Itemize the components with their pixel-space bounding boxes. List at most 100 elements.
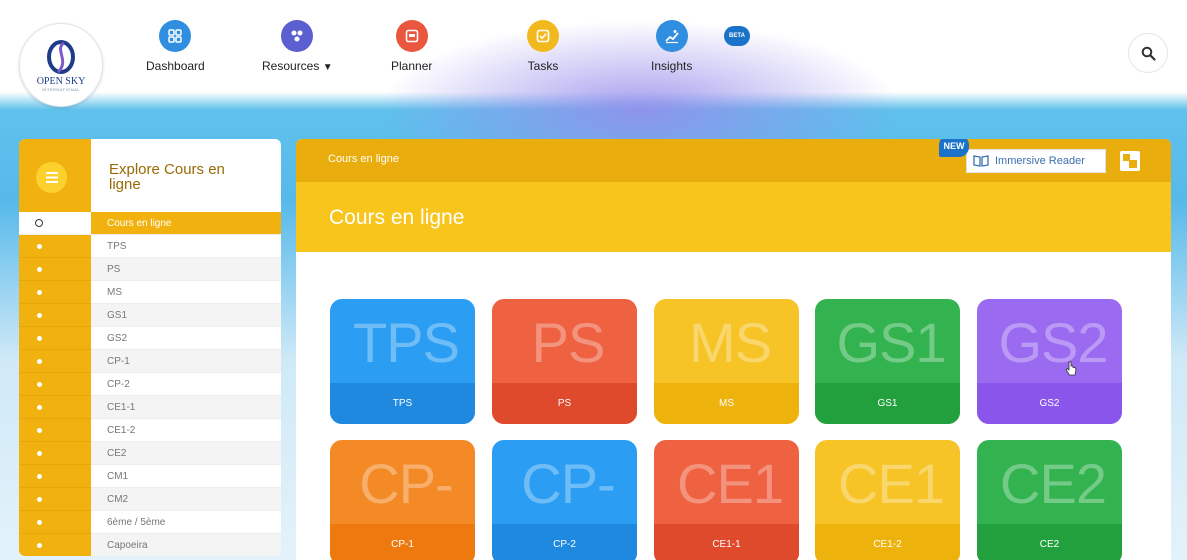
nav-dashboard[interactable]: Dashboard	[146, 20, 205, 73]
top-navigation: OPEN SKY INTERNATIONAL Dashboard Resourc…	[0, 0, 1187, 107]
sidebar-item-gs1[interactable]: GS1	[19, 304, 281, 327]
sidebar-item-label: Cours en ligne	[91, 212, 281, 235]
page-title-bar: Cours en ligne	[296, 182, 1171, 252]
explore-sidebar: Explore Cours en ligne Cours en ligne TP…	[19, 139, 281, 556]
sidebar-item-label: GS1	[91, 304, 281, 327]
course-tile-label: CP-1	[330, 524, 475, 560]
course-tile-label: GS1	[815, 383, 960, 424]
sidebar-item-cp-2[interactable]: CP-2	[19, 373, 281, 396]
bullet-dot-icon	[37, 313, 42, 318]
sidebar-item-ce1-1[interactable]: CE1-1	[19, 396, 281, 419]
sidebar-bullet	[19, 281, 91, 304]
tasks-check-icon	[527, 20, 559, 52]
sidebar-bullet	[19, 442, 91, 465]
sidebar-item-label: CM1	[91, 465, 281, 488]
sidebar-bullet	[19, 327, 91, 350]
expand-icon[interactable]	[1120, 151, 1140, 171]
course-tile-cp-1[interactable]: CP- CP-1	[330, 440, 475, 560]
sidebar-item-label: CE2	[91, 442, 281, 465]
nav-resources-label-row: Resources ▼	[262, 59, 333, 73]
sidebar-item-label: TPS	[91, 235, 281, 258]
course-tile-label: TPS	[330, 383, 475, 424]
sidebar-item-cours-en-ligne[interactable]: Cours en ligne	[19, 212, 281, 235]
course-tile-watermark: PS	[531, 311, 606, 374]
course-tile-ce2[interactable]: CE2 CE2	[977, 440, 1122, 560]
sidebar-item-label: PS	[91, 258, 281, 281]
sidebar-item-6eme-5eme[interactable]: 6ème / 5ème	[19, 511, 281, 534]
course-tile-watermark: CE2	[1000, 452, 1107, 515]
bullet-dot-icon	[37, 382, 42, 387]
bullet-dot-icon	[37, 336, 42, 341]
bullet-dot-icon	[37, 520, 42, 525]
course-tile-watermark: CE1	[838, 452, 945, 515]
sidebar-bullet	[19, 304, 91, 327]
menu-toggle-button[interactable]	[36, 162, 67, 193]
course-tile-ms[interactable]: MS MS	[654, 299, 799, 424]
sidebar-item-cm1[interactable]: CM1	[19, 465, 281, 488]
course-tile-cp-2[interactable]: CP- CP-2	[492, 440, 637, 560]
sidebar-item-gs2[interactable]: GS2	[19, 327, 281, 350]
open-sky-logo-mark	[47, 39, 75, 74]
immersive-reader-button[interactable]: Immersive Reader	[966, 149, 1106, 173]
sidebar-item-cm2[interactable]: CM2	[19, 488, 281, 511]
hand-cursor-icon	[1065, 361, 1077, 376]
bullet-dot-icon	[37, 543, 42, 548]
sidebar-bullet	[19, 534, 91, 556]
nav-insights[interactable]: Insights	[651, 20, 692, 73]
bullet-dot-icon	[37, 497, 42, 502]
sidebar-item-ps[interactable]: PS	[19, 258, 281, 281]
course-tile-label: GS2	[977, 383, 1122, 424]
breadcrumb[interactable]: Cours en ligne	[328, 153, 399, 165]
sidebar-item-label: CE1-2	[91, 419, 281, 442]
course-tile-watermark: TPS	[353, 311, 460, 374]
sidebar-item-label: 6ème / 5ème	[91, 511, 281, 534]
radio-dot-icon	[35, 219, 43, 227]
beta-badge[interactable]: BETA	[724, 26, 750, 46]
sidebar-item-cp-1[interactable]: CP-1	[19, 350, 281, 373]
nav-planner-label: Planner	[391, 59, 433, 73]
sidebar-title: Explore Cours en ligne	[109, 161, 225, 193]
sidebar-bullet	[19, 465, 91, 488]
nav-resources[interactable]: Resources ▼	[262, 20, 333, 73]
sidebar-bullet	[19, 258, 91, 281]
course-tile-ce1-1[interactable]: CE1 CE1-1	[654, 440, 799, 560]
nav-planner[interactable]: Planner	[391, 20, 432, 73]
resources-cluster-icon	[281, 20, 314, 52]
course-tile-watermark: CP-	[521, 452, 615, 515]
course-tile-label: CP-2	[492, 524, 637, 560]
insights-chart-icon	[655, 20, 688, 52]
sidebar-item-label: CP-1	[91, 350, 281, 373]
course-tile-label: CE1-1	[654, 524, 799, 560]
page-title: Cours en ligne	[329, 206, 465, 229]
sidebar-bullet	[19, 212, 91, 235]
course-tile-gs1[interactable]: GS1 GS1	[815, 299, 960, 424]
immersive-reader-label: Immersive Reader	[995, 155, 1085, 167]
nav-tasks[interactable]: Tasks	[527, 20, 559, 73]
main-content-panel: Cours en ligne Immersive Reader NEW Cour…	[296, 139, 1171, 560]
search-button[interactable]	[1128, 33, 1168, 73]
breadcrumb-bar: Cours en ligne Immersive Reader NEW	[296, 139, 1171, 182]
bullet-dot-icon	[37, 359, 42, 364]
sidebar-item-ce1-2[interactable]: CE1-2	[19, 419, 281, 442]
course-tile-watermark: CE1	[677, 452, 784, 515]
sidebar-bullet	[19, 488, 91, 511]
course-tile-label: CE1-2	[815, 524, 960, 560]
course-tile-gs2[interactable]: GS2 GS2	[977, 299, 1122, 424]
sidebar-item-label: Capoeira	[91, 534, 281, 556]
sidebar-item-tps[interactable]: TPS	[19, 235, 281, 258]
course-tile-ps[interactable]: PS PS	[492, 299, 637, 424]
logo-name: OPEN SKY	[36, 75, 86, 87]
sidebar-bullet	[19, 373, 91, 396]
course-tile-watermark: MS	[689, 311, 772, 374]
bullet-dot-icon	[37, 267, 42, 272]
sidebar-item-ce2[interactable]: CE2	[19, 442, 281, 465]
open-sky-logo[interactable]: OPEN SKY INTERNATIONAL	[19, 23, 103, 107]
course-tile-tps[interactable]: TPS TPS	[330, 299, 475, 424]
sidebar-item-ms[interactable]: MS	[19, 281, 281, 304]
sidebar-item-capoeira[interactable]: Capoeira	[19, 534, 281, 556]
sidebar-item-label: CP-2	[91, 373, 281, 396]
course-tile-ce1-2[interactable]: CE1 CE1-2	[815, 440, 960, 560]
bullet-dot-icon	[37, 290, 42, 295]
sidebar-bullet	[19, 511, 91, 534]
planner-icon	[395, 20, 428, 52]
